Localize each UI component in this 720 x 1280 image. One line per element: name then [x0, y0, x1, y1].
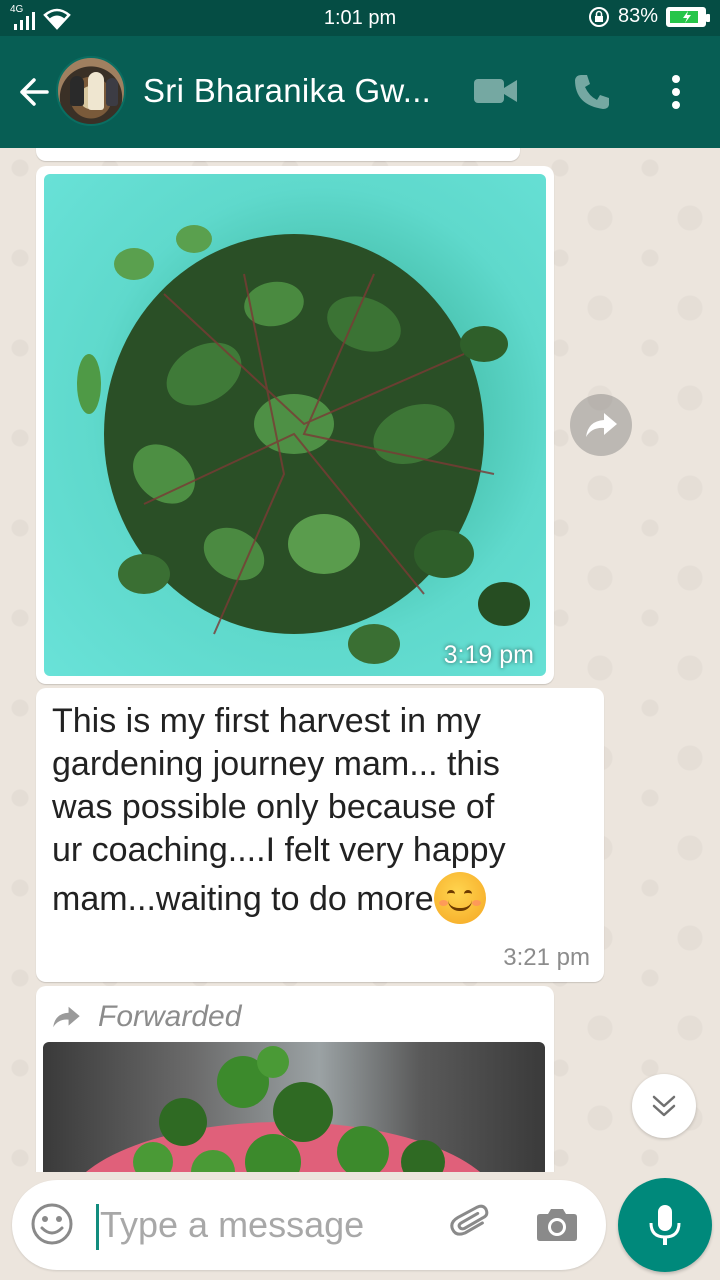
- battery-icon: [666, 6, 710, 27]
- more-options-icon[interactable]: [666, 72, 686, 112]
- double-chevron-down-icon: [652, 1095, 676, 1117]
- text-cursor: [96, 1204, 99, 1250]
- image-coriander[interactable]: [43, 1042, 545, 1172]
- image-message[interactable]: 3:19 pm: [36, 166, 554, 684]
- message-input[interactable]: [100, 1198, 420, 1252]
- image-spinach-leaves[interactable]: 3:19 pm: [44, 174, 546, 676]
- contact-name[interactable]: Sri Bharanika Gw...: [143, 72, 431, 110]
- text-message[interactable]: This is my first harvest in my gardening…: [36, 688, 604, 982]
- leaves-illustration: [77, 225, 530, 664]
- previous-message-bubble[interactable]: [36, 148, 520, 161]
- voice-call-icon[interactable]: [572, 72, 612, 112]
- forwarded-icon: [53, 1006, 80, 1028]
- message-input-box[interactable]: [12, 1180, 606, 1270]
- video-call-icon[interactable]: [474, 76, 518, 106]
- forwarded-label: Forwarded: [50, 1000, 241, 1034]
- avatar[interactable]: [56, 56, 126, 126]
- forward-button[interactable]: [570, 394, 632, 456]
- back-arrow-icon[interactable]: [14, 74, 50, 110]
- coriander-illustration: [85, 1046, 481, 1172]
- message-text: This is my first harvest in my gardening…: [52, 700, 588, 924]
- camera-icon[interactable]: [536, 1206, 578, 1242]
- smiling-face-emoji: [433, 872, 486, 924]
- message-time: 3:21 pm: [503, 944, 590, 971]
- microphone-icon: [649, 1205, 681, 1245]
- scroll-to-bottom-button[interactable]: [632, 1074, 696, 1138]
- status-right: 83%: [588, 5, 710, 28]
- voice-message-button[interactable]: [618, 1178, 712, 1272]
- status-bar: 4G 1:01 pm 83%: [0, 0, 720, 36]
- rotation-lock-icon: [588, 6, 609, 27]
- forwarded-text: Forwarded: [98, 1000, 242, 1033]
- forwarded-message[interactable]: Forwarded: [36, 986, 554, 1172]
- battery-percent: 83%: [617, 5, 658, 27]
- emoji-icon[interactable]: [30, 1202, 74, 1246]
- chat-header: Sri Bharanika Gw...: [0, 36, 720, 148]
- message-time: 3:19 pm: [443, 641, 534, 669]
- chat-area[interactable]: 3:19 pm This is my first harvest in my g…: [0, 148, 720, 1172]
- forward-arrow-icon: [586, 413, 617, 437]
- paperclip-icon[interactable]: [448, 1200, 494, 1246]
- composer-bar: [0, 1172, 720, 1280]
